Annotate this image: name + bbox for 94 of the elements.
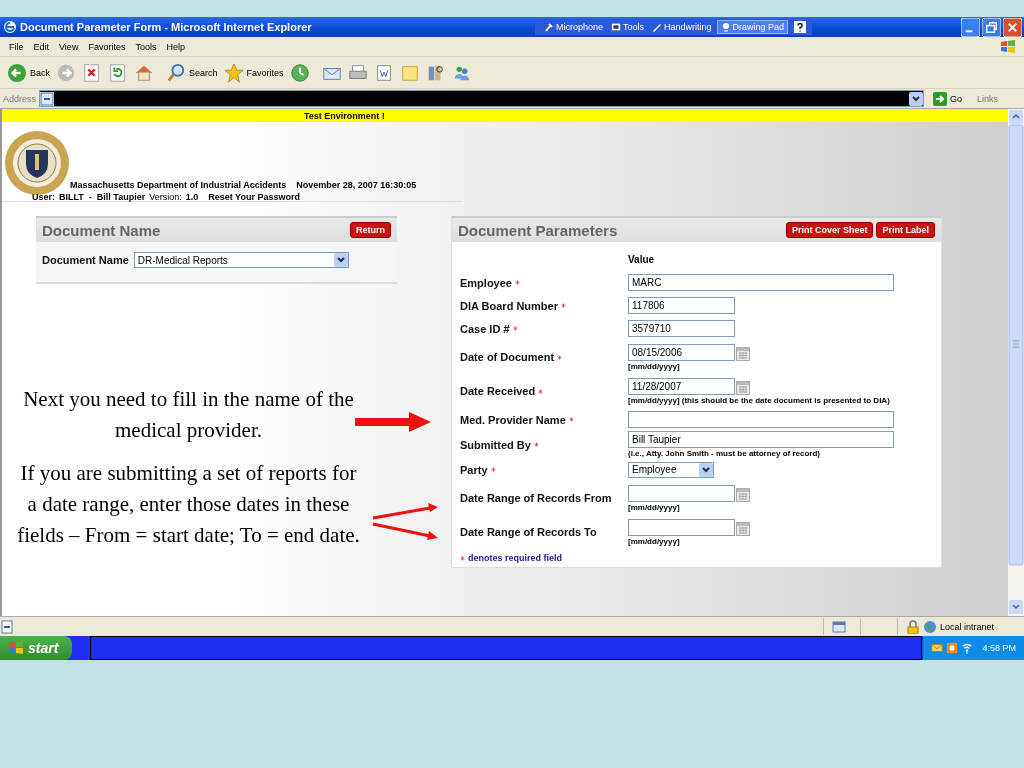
pen-icon xyxy=(652,22,663,32)
required-footnote: denotes required field xyxy=(468,553,563,563)
field-hint: [mm/dd/yyyy] xyxy=(628,361,680,371)
window-title: Document Parameter Form - Microsoft Internet Explorer xyxy=(20,21,313,33)
input-field[interactable] xyxy=(628,411,894,428)
return-button[interactable]: Return xyxy=(350,222,391,238)
field-hint: [mm/dd/yyyy] xyxy=(628,536,680,546)
field-label: Employee xyxy=(460,276,512,289)
address-field[interactable] xyxy=(39,90,925,107)
clock: 4:58 PM xyxy=(982,643,1016,653)
field-label: Date of Document xyxy=(460,351,555,363)
field-hint: [mm/dd/yyyy] xyxy=(628,502,680,512)
back-icon xyxy=(7,62,27,83)
language-bar-button[interactable]: Handwriting xyxy=(649,21,715,33)
field-label: Party xyxy=(460,463,488,476)
date-field[interactable] xyxy=(628,518,735,536)
help-icon[interactable] xyxy=(794,21,807,33)
menu-item[interactable]: Tools xyxy=(130,41,162,52)
monitor-icon[interactable] xyxy=(946,642,959,654)
seal-drawing xyxy=(4,130,70,196)
calendar-icon[interactable] xyxy=(736,487,750,502)
field-hint: [mm/dd/yyyy] (this should be the date document is presented to DIA) xyxy=(628,395,890,405)
version-label: Version: xyxy=(149,192,182,202)
column-header: Value xyxy=(628,254,656,265)
field-hint: (i.e., Atty. John Smith - must be attorney of record) xyxy=(628,449,820,458)
address-label: Address xyxy=(3,93,37,104)
user-name: BILLT - Bill Taupier xyxy=(59,192,146,202)
calendar-icon[interactable] xyxy=(736,380,750,395)
toolbar-button[interactable]: Search xyxy=(163,62,221,83)
document-name-select[interactable]: DR-Medical Reports xyxy=(133,252,349,268)
reset-password-link[interactable]: Reset Your Password xyxy=(208,192,300,202)
field-label: Date Range of Records To xyxy=(460,526,597,538)
field-label: Document Name xyxy=(42,254,129,266)
lock-icon xyxy=(906,619,920,634)
go-arrow-icon xyxy=(933,91,948,106)
toolbar-button[interactable]: Favorites xyxy=(220,62,287,83)
field-label: Submitted By xyxy=(460,438,531,451)
browser-icon xyxy=(3,20,17,34)
date-field[interactable]: 08/15/2006 xyxy=(628,343,735,361)
calendar-icon[interactable] xyxy=(736,346,750,361)
language-bar-button[interactable]: Drawing Pad xyxy=(716,20,789,34)
favorites-icon xyxy=(223,62,244,83)
windows-logo-icon xyxy=(8,641,24,655)
language-bar-button[interactable]: Microphone xyxy=(541,21,607,33)
windows-logo-icon xyxy=(1000,39,1016,54)
field-label: DIA Board Number xyxy=(460,299,558,312)
restore-icon[interactable] xyxy=(982,17,1001,37)
field-label: Med. Provider Name xyxy=(460,413,566,426)
party-select[interactable]: Employee xyxy=(628,461,714,478)
panel-title: Document Name xyxy=(42,221,161,239)
tools-icon xyxy=(611,22,622,32)
input-field[interactable]: Bill Taupier xyxy=(628,431,894,448)
user-label: User: xyxy=(32,192,55,202)
menu-item[interactable]: Help xyxy=(161,41,190,52)
date-field[interactable] xyxy=(628,484,735,502)
drawing-pad-icon xyxy=(720,22,731,32)
input-field[interactable]: 117806 xyxy=(628,297,735,314)
instruction-text: Next you need to fill in the name of the medical provider. xyxy=(22,386,355,444)
minimize-icon[interactable] xyxy=(961,17,980,37)
menu-item[interactable]: Edit xyxy=(28,41,55,52)
mail-icon[interactable] xyxy=(931,642,944,654)
required-icon xyxy=(460,555,465,561)
banner-text: Test Environment ! xyxy=(304,110,385,121)
date-time: November 28, 2007 16:30:05 xyxy=(296,180,417,190)
field-label: Date Received xyxy=(460,385,536,397)
version-number: 1.0 xyxy=(185,192,199,202)
input-field[interactable]: MARC xyxy=(628,274,894,291)
zone-label: Local intranet xyxy=(940,621,995,632)
links-button[interactable]: Links xyxy=(977,93,999,104)
window-icon xyxy=(832,619,846,634)
search-icon xyxy=(166,62,186,83)
calendar-icon[interactable] xyxy=(736,521,750,536)
close-icon[interactable] xyxy=(1003,17,1022,37)
go-button[interactable]: Go xyxy=(927,91,969,106)
panel-title: Document Parameters xyxy=(458,221,618,239)
wireless-icon[interactable] xyxy=(961,642,974,654)
print-button[interactable]: Print Cover Sheet xyxy=(785,222,874,238)
print-button[interactable]: Print Label xyxy=(876,222,935,238)
toolbar-button[interactable]: Back xyxy=(4,62,53,83)
input-field[interactable]: 3579710 xyxy=(628,320,735,337)
menu-item[interactable]: File xyxy=(4,41,29,52)
language-bar-button[interactable]: Tools xyxy=(608,21,648,33)
date-field[interactable]: 11/28/2007 xyxy=(628,377,735,395)
scroll-bar[interactable] xyxy=(1008,109,1024,616)
agency-heading: Massachusetts Department of Industrial Accidents xyxy=(70,180,287,190)
page-icon xyxy=(0,619,14,634)
field-label: Date Range of Records From xyxy=(460,492,612,504)
page-icon xyxy=(40,91,55,106)
microphone-icon xyxy=(544,22,554,32)
instruction-text: If you are submitting a set of reports for a date range, enter those dates in these fields – From = start date; To = end date. xyxy=(16,460,361,549)
globe-icon xyxy=(923,619,937,634)
menu-item[interactable]: View xyxy=(54,41,84,52)
field-label: Case ID # xyxy=(460,322,510,335)
menu-item[interactable]: Favorites xyxy=(83,41,131,52)
